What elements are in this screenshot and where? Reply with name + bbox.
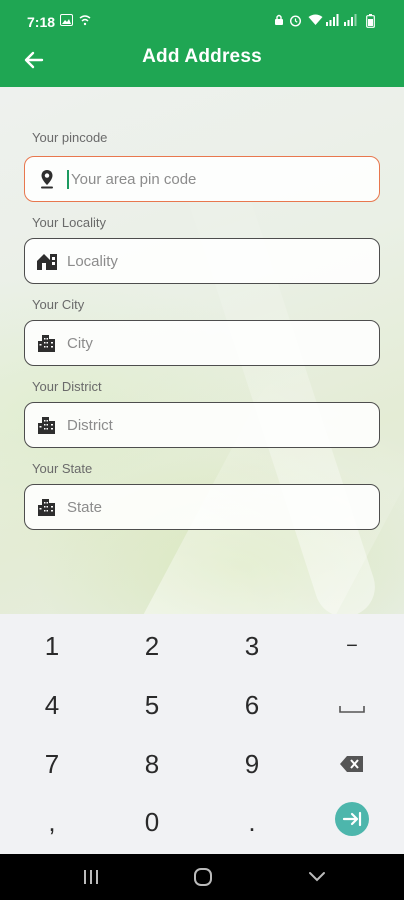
top-app-bar: 7:18 Add Address xyxy=(0,0,404,87)
state-field[interactable] xyxy=(24,484,380,530)
city-field[interactable] xyxy=(24,320,380,366)
city-input[interactable] xyxy=(67,321,367,365)
locality-input[interactable] xyxy=(67,239,367,283)
state-input[interactable] xyxy=(67,485,367,529)
status-bar: 7:18 xyxy=(0,0,404,40)
key-0[interactable]: 0 xyxy=(112,794,192,850)
next-field-icon xyxy=(342,811,362,827)
locality-field[interactable] xyxy=(24,238,380,284)
wifi-call-icon xyxy=(79,14,91,29)
lock-status-icon xyxy=(274,14,284,29)
go-next-button[interactable] xyxy=(335,802,369,836)
numeric-keyboard: 1 2 3 − 4 5 6 7 8 9 , 0 . xyxy=(0,614,404,854)
key-6[interactable]: 6 xyxy=(212,677,292,733)
district-input[interactable] xyxy=(67,403,367,447)
gallery-icon xyxy=(60,14,73,29)
locality-label: Your Locality xyxy=(32,215,106,230)
district-field[interactable] xyxy=(24,402,380,448)
wifi-icon xyxy=(308,14,323,29)
key-period[interactable]: . xyxy=(212,794,292,850)
signal-icon-1 xyxy=(326,14,340,29)
key-5[interactable]: 5 xyxy=(112,677,192,733)
district-buildings-icon xyxy=(36,414,58,436)
pincode-input[interactable] xyxy=(67,157,371,201)
key-7[interactable]: 7 xyxy=(12,736,92,792)
key-1[interactable]: 1 xyxy=(12,618,92,674)
page-title: Add Address xyxy=(142,46,262,67)
key-3[interactable]: 3 xyxy=(212,618,292,674)
recent-apps-icon[interactable] xyxy=(81,868,101,886)
status-time: 7:18 xyxy=(27,14,56,30)
signal-icon-2 xyxy=(344,14,358,29)
back-nav-icon[interactable] xyxy=(307,868,327,886)
backspace-icon xyxy=(340,756,363,772)
state-label: Your State xyxy=(32,461,93,476)
key-space[interactable] xyxy=(312,677,392,733)
city-label: Your City xyxy=(32,297,85,312)
key-4[interactable]: 4 xyxy=(12,677,92,733)
battery-icon xyxy=(366,14,375,31)
home-icon[interactable] xyxy=(193,868,213,886)
state-buildings-icon xyxy=(36,496,58,518)
city-buildings-icon xyxy=(36,332,58,354)
pincode-field[interactable] xyxy=(24,156,380,202)
key-backspace[interactable] xyxy=(312,736,392,792)
key-8[interactable]: 8 xyxy=(112,736,192,792)
key-9[interactable]: 9 xyxy=(212,736,292,792)
district-label: Your District xyxy=(32,379,102,394)
system-navigation-bar xyxy=(0,854,404,900)
space-icon xyxy=(339,706,365,713)
alarm-icon xyxy=(289,14,302,30)
key-minus[interactable]: − xyxy=(312,618,392,674)
key-2[interactable]: 2 xyxy=(112,618,192,674)
location-pin-icon xyxy=(36,168,58,190)
house-icon xyxy=(36,250,58,272)
key-comma[interactable]: , xyxy=(12,794,92,850)
pincode-label: Your pincode xyxy=(32,130,108,145)
